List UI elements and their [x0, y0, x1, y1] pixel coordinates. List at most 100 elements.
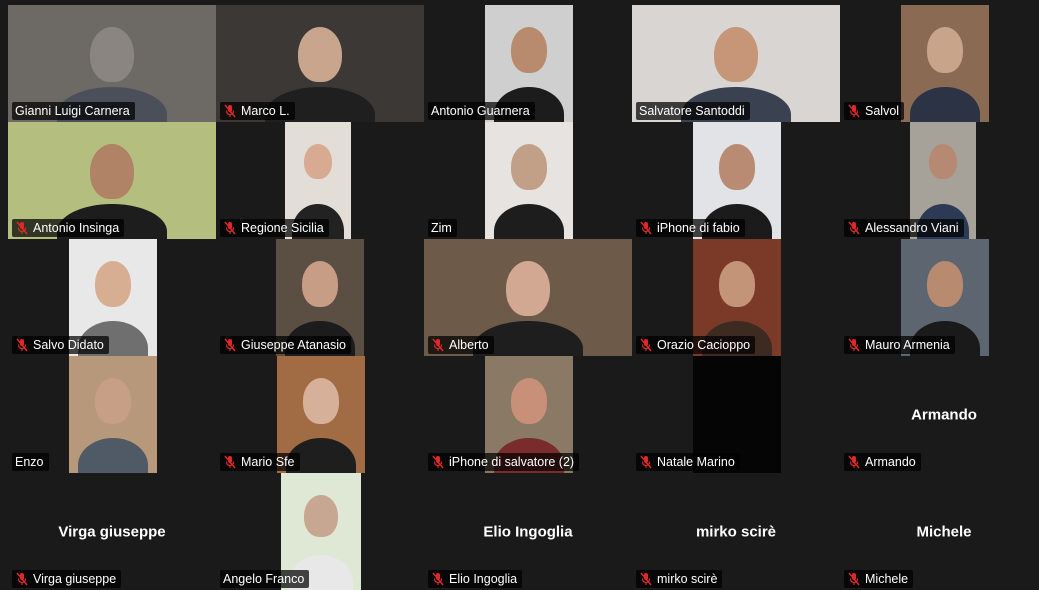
participant-name: Orazio Cacioppo [657, 338, 751, 352]
participant-display-name: Armando [911, 406, 977, 423]
participant-tile[interactable]: Gianni Luigi Carnera [8, 5, 216, 122]
participant-nameplate: Enzo [12, 453, 49, 471]
participant-tile[interactable]: Salvatore Santoddi [632, 5, 840, 122]
participant-video [69, 356, 157, 473]
participant-tile[interactable]: Alberto [424, 239, 632, 356]
participant-face [718, 261, 756, 308]
participant-name: Giuseppe Atanasio [241, 338, 346, 352]
participant-name: iPhone di salvatore (2) [449, 455, 575, 469]
participant-face [510, 27, 548, 74]
participant-name: Antonio Insinga [33, 221, 120, 235]
participant-tile[interactable]: Michele Michele [840, 473, 1039, 590]
participant-video [485, 122, 573, 239]
participant-name: Michele [865, 572, 909, 586]
participant-display-name: Virga giuseppe [58, 523, 166, 540]
participant-tile[interactable]: Regione Sicilia [216, 122, 424, 239]
participant-nameplate: Alessandro Viani [844, 219, 964, 237]
participant-face [304, 495, 338, 537]
participant-face [90, 27, 134, 82]
participant-tile[interactable]: Antonio Guarnera [424, 5, 632, 122]
participant-face [929, 144, 957, 179]
participant-name: Natale Marino [657, 455, 735, 469]
participant-face [94, 261, 132, 308]
participant-tile[interactable]: Salvo Didato [8, 239, 216, 356]
muted-microphone-icon [640, 455, 652, 469]
participant-name: iPhone di fabio [657, 221, 740, 235]
participant-display-name: Elio Ingoglia [483, 523, 573, 540]
participant-nameplate: Mario Sfe [220, 453, 300, 471]
muted-microphone-icon [848, 338, 860, 352]
participant-tile[interactable]: Enzo [8, 356, 216, 473]
participant-tile[interactable]: Natale Marino [632, 356, 840, 473]
participant-tile[interactable]: iPhone di salvatore (2) [424, 356, 632, 473]
participant-tile[interactable]: iPhone di fabio [632, 122, 840, 239]
participant-nameplate: Natale Marino [636, 453, 740, 471]
participant-display-name: Michele [916, 523, 972, 540]
participant-nameplate: Giuseppe Atanasio [220, 336, 351, 354]
participant-body [77, 438, 149, 473]
muted-microphone-icon [16, 338, 28, 352]
participant-tile[interactable]: Giuseppe Atanasio [216, 239, 424, 356]
participant-nameplate: Salvol [844, 102, 905, 120]
participant-nameplate: Alberto [428, 336, 494, 354]
participant-name: Antonio Guarnera [431, 104, 530, 118]
participant-name: Salvo Didato [33, 338, 104, 352]
participant-face [94, 378, 132, 425]
participant-face [302, 378, 340, 425]
participant-name: Mario Sfe [241, 455, 295, 469]
participant-face [301, 261, 339, 308]
participant-nameplate: iPhone di fabio [636, 219, 745, 237]
participant-body [493, 204, 565, 239]
participant-video [901, 5, 989, 122]
participant-nameplate: Antonio Guarnera [428, 102, 535, 120]
participant-name: mirko scirè [657, 572, 718, 586]
participant-name: Zim [431, 221, 452, 235]
muted-microphone-icon [16, 572, 28, 586]
participant-tile[interactable]: Angelo Franco [216, 473, 424, 590]
participant-body [909, 87, 981, 122]
participant-tile[interactable]: Virga giuseppe Virga giuseppe [8, 473, 216, 590]
participant-name: Regione Sicilia [241, 221, 324, 235]
participant-face [714, 27, 758, 82]
participant-name: Angelo Franco [223, 572, 305, 586]
muted-microphone-icon [224, 338, 236, 352]
participant-name: Marco L. [241, 104, 290, 118]
participant-tile[interactable]: Zim [424, 122, 632, 239]
participant-face [926, 261, 964, 308]
participant-face [298, 27, 342, 82]
muted-microphone-icon [432, 455, 444, 469]
participant-face [510, 144, 548, 191]
participant-tile[interactable]: Orazio Cacioppo [632, 239, 840, 356]
participant-nameplate: Orazio Cacioppo [636, 336, 756, 354]
participant-tile[interactable]: Mario Sfe [216, 356, 424, 473]
muted-microphone-icon [16, 221, 28, 235]
participant-tile[interactable]: Alessandro Viani [840, 122, 1039, 239]
muted-microphone-icon [432, 338, 444, 352]
participant-nameplate: Salvo Didato [12, 336, 109, 354]
participant-nameplate: Regione Sicilia [220, 219, 329, 237]
participant-tile[interactable]: Armando Armando [840, 356, 1039, 473]
participant-nameplate: Armando [844, 453, 921, 471]
muted-microphone-icon [224, 104, 236, 118]
participant-tile[interactable]: Elio Ingoglia Elio Ingoglia [424, 473, 632, 590]
zoom-gallery-view: { "colors": { "background": "#1a1a1a", "… [0, 0, 1039, 590]
muted-microphone-icon [640, 338, 652, 352]
participant-tile[interactable]: Salvol [840, 5, 1039, 122]
muted-microphone-icon [848, 455, 860, 469]
participant-face [304, 144, 332, 179]
participant-nameplate: Mauro Armenia [844, 336, 955, 354]
participant-nameplate: Gianni Luigi Carnera [12, 102, 135, 120]
participant-tile[interactable]: mirko scirè mirko scirè [632, 473, 840, 590]
participant-nameplate: mirko scirè [636, 570, 723, 588]
participant-tile[interactable]: Mauro Armenia [840, 239, 1039, 356]
participant-tile[interactable]: Marco L. [216, 5, 424, 122]
participant-name: Virga giuseppe [33, 572, 117, 586]
participant-name: Alberto [449, 338, 489, 352]
participant-name: Salvol [865, 104, 900, 118]
participant-tile[interactable]: Antonio Insinga [8, 122, 216, 239]
muted-microphone-icon [640, 572, 652, 586]
participant-face [90, 144, 134, 199]
muted-microphone-icon [848, 572, 860, 586]
participant-nameplate: Elio Ingoglia [428, 570, 523, 588]
participant-name: Elio Ingoglia [449, 572, 518, 586]
